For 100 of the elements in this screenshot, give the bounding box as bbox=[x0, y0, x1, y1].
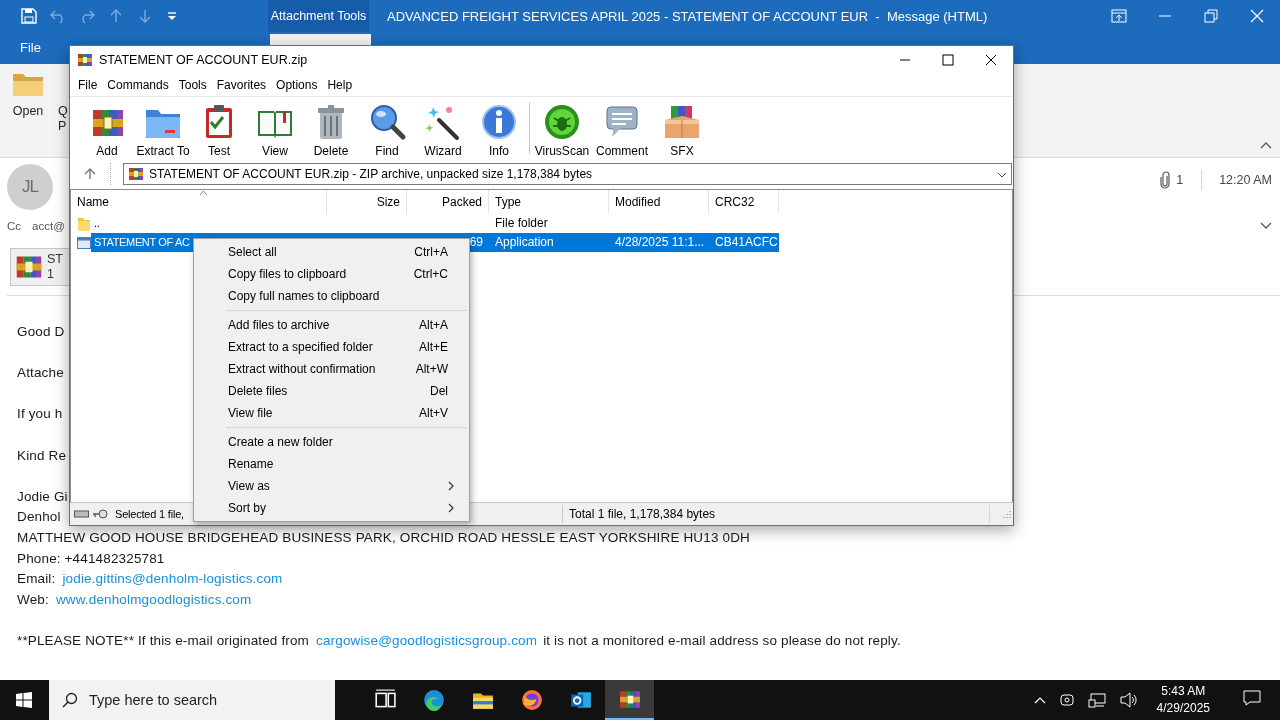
bug-icon bbox=[542, 102, 582, 142]
body-text: Attache bbox=[17, 364, 64, 383]
key-icon bbox=[92, 509, 108, 519]
body-text: **PLEASE NOTE** If this e-mail originated from cargowise@goodlogisticsgroup.com it is not a monitored e-mail address so please do not reply. bbox=[17, 631, 901, 650]
cc-address: acct@ bbox=[32, 220, 65, 232]
link[interactable]: cargowise@goodlogisticsgroup.com bbox=[316, 632, 538, 648]
contextual-tab-label: Attachment Tools bbox=[268, 0, 369, 32]
toolbar-button[interactable]: Find bbox=[359, 98, 415, 158]
column-header[interactable]: Packed bbox=[407, 190, 489, 214]
toolbar-button[interactable]: View bbox=[247, 98, 303, 158]
table-cell: 4/28/2025 11:1... bbox=[609, 233, 709, 252]
menu-item[interactable]: View file Alt+V bbox=[196, 402, 467, 424]
search-icon bbox=[62, 692, 78, 708]
ribbon-tab[interactable] bbox=[269, 34, 371, 46]
resize-grip-icon bbox=[1003, 510, 1011, 518]
column-header[interactable]: Modified bbox=[609, 190, 709, 214]
ribbon-tab[interactable]: File bbox=[20, 40, 41, 55]
clock[interactable]: 5:43 AM 4/29/2025 bbox=[1150, 683, 1216, 717]
archive-icon bbox=[77, 52, 93, 68]
search-field[interactable]: Type here to search bbox=[49, 680, 335, 720]
speaker-icon[interactable] bbox=[1119, 692, 1138, 708]
body-text: Good D bbox=[17, 323, 65, 341]
ribbon-display-icon[interactable] bbox=[1111, 8, 1127, 24]
body-text: Email: jodie.gittins@denholm-logistics.com bbox=[17, 570, 284, 589]
menu-item[interactable]: Create a new folder bbox=[196, 431, 467, 453]
menu-item[interactable]: View as bbox=[196, 475, 467, 497]
window-title: STATEMENT OF ACCOUNT EUR.zip bbox=[99, 53, 308, 67]
folder-icon bbox=[77, 215, 91, 232]
column-header[interactable]: Name bbox=[71, 190, 327, 214]
file-name[interactable]: .. bbox=[94, 214, 100, 233]
close-icon[interactable] bbox=[985, 54, 997, 66]
save-icon[interactable] bbox=[21, 8, 37, 24]
application-icon bbox=[77, 236, 91, 249]
avatar: JL bbox=[7, 164, 53, 210]
menu-item[interactable]: File bbox=[73, 78, 103, 92]
toolbar-button[interactable]: Wizard bbox=[415, 98, 471, 158]
body-text: Jodie Gi bbox=[17, 487, 68, 506]
chevron-down-icon[interactable] bbox=[1260, 222, 1272, 230]
folder-icon bbox=[12, 71, 44, 97]
menu-item[interactable]: Extract to a specified folder Alt+E bbox=[196, 336, 467, 358]
menu-item[interactable]: Copy files to clipboard Ctrl+C bbox=[196, 263, 467, 285]
table-cell: CB41ACFC bbox=[709, 233, 779, 252]
body-text: Denhol bbox=[17, 508, 61, 527]
attachment-count: 1 bbox=[1176, 173, 1184, 187]
up-arrow-icon[interactable] bbox=[84, 168, 96, 180]
books-icon bbox=[618, 688, 641, 710]
toolbar-button[interactable]: Comment bbox=[592, 98, 652, 158]
toolbar-button[interactable]: Extract To bbox=[135, 98, 191, 158]
notification-icon[interactable] bbox=[1243, 689, 1261, 707]
menu-item[interactable]: Copy full names to clipboard bbox=[196, 285, 467, 307]
menu-item[interactable]: Help bbox=[322, 78, 358, 92]
menu-item[interactable]: Add files to archive Alt+A bbox=[196, 314, 467, 336]
menu-item[interactable]: Extract without confirmation Alt+W bbox=[196, 358, 467, 380]
link[interactable]: www.denholmgoodlogistics.com bbox=[55, 591, 252, 607]
link[interactable]: jodie.gittins@denholm-logistics.com bbox=[62, 571, 283, 587]
menu-item[interactable]: Delete files Del bbox=[196, 380, 467, 402]
window-title: ADVANCED FREIGHT SERVICES APRIL 2025 - STATEMENT OF ACCOUNT EUR - Message (HTML) bbox=[386, 8, 988, 24]
column-header[interactable]: Type bbox=[489, 190, 609, 214]
menu-item[interactable]: Tools bbox=[173, 78, 212, 92]
attachment-size: 1 bbox=[47, 267, 55, 282]
toolbar-button[interactable]: VirusScan bbox=[532, 98, 592, 158]
column-header[interactable]: Size bbox=[327, 190, 407, 214]
attachment-card[interactable]: ST 1 bbox=[10, 248, 69, 286]
windows-logo-icon bbox=[16, 692, 32, 708]
dropdown-caret-icon[interactable] bbox=[997, 172, 1007, 178]
body-text: MATTHEW GOOD HOUSE BRIDGEHEAD BUSINESS PARK, ORCHID ROAD HESSLE EAST YORKSHIRE HU13 0DH bbox=[17, 528, 750, 547]
path-field[interactable]: STATEMENT OF ACCOUNT EUR.zip - ZIP archive, unpacked size 1,178,384 bytes bbox=[123, 163, 1012, 185]
network-icon[interactable] bbox=[1087, 692, 1106, 708]
body-text: Kind Re bbox=[17, 446, 67, 465]
table-cell: Application bbox=[489, 233, 609, 252]
cc-label: Cc bbox=[7, 220, 22, 232]
table-cell-text: File folder bbox=[494, 215, 549, 232]
mail-app-icon bbox=[569, 689, 592, 711]
menu-item[interactable]: Commands bbox=[102, 78, 174, 92]
menu-item[interactable]: Rename bbox=[196, 453, 467, 475]
menu-item[interactable]: Favorites bbox=[211, 78, 272, 92]
attachment-name: ST bbox=[47, 252, 63, 267]
taskbar-app-button[interactable] bbox=[605, 680, 654, 720]
collapse-ribbon-icon[interactable] bbox=[1260, 141, 1272, 149]
body-text: If you h bbox=[17, 405, 63, 424]
info-icon bbox=[479, 102, 519, 142]
toolbar-button[interactable]: Test bbox=[191, 98, 247, 158]
camera-icon[interactable] bbox=[1059, 692, 1074, 708]
status-text: Total 1 file, 1,178,384 bytes bbox=[563, 505, 990, 523]
archive-icon bbox=[128, 166, 144, 182]
maximize-icon[interactable] bbox=[942, 54, 954, 66]
chevron-up-icon[interactable] bbox=[1033, 696, 1046, 704]
toolbar-button[interactable]: SFX bbox=[652, 98, 712, 158]
restore-icon[interactable] bbox=[1203, 8, 1219, 24]
toolbar-button[interactable]: Delete bbox=[303, 98, 359, 158]
ribbon-button[interactable]: Q P bbox=[58, 104, 68, 157]
body-text: Web: www.denholmgoodlogistics.com bbox=[17, 590, 253, 609]
toolbar-button[interactable]: Add bbox=[79, 98, 135, 158]
edge-icon bbox=[422, 689, 445, 711]
menu-item[interactable]: Options bbox=[271, 78, 323, 92]
body-text: Phone: +441482325781 bbox=[17, 549, 165, 568]
toolbar-button[interactable]: Info bbox=[471, 98, 527, 158]
paperclip-icon bbox=[1160, 171, 1171, 189]
open-button[interactable]: Open bbox=[12, 71, 44, 157]
column-header[interactable]: CRC32 bbox=[709, 190, 779, 214]
